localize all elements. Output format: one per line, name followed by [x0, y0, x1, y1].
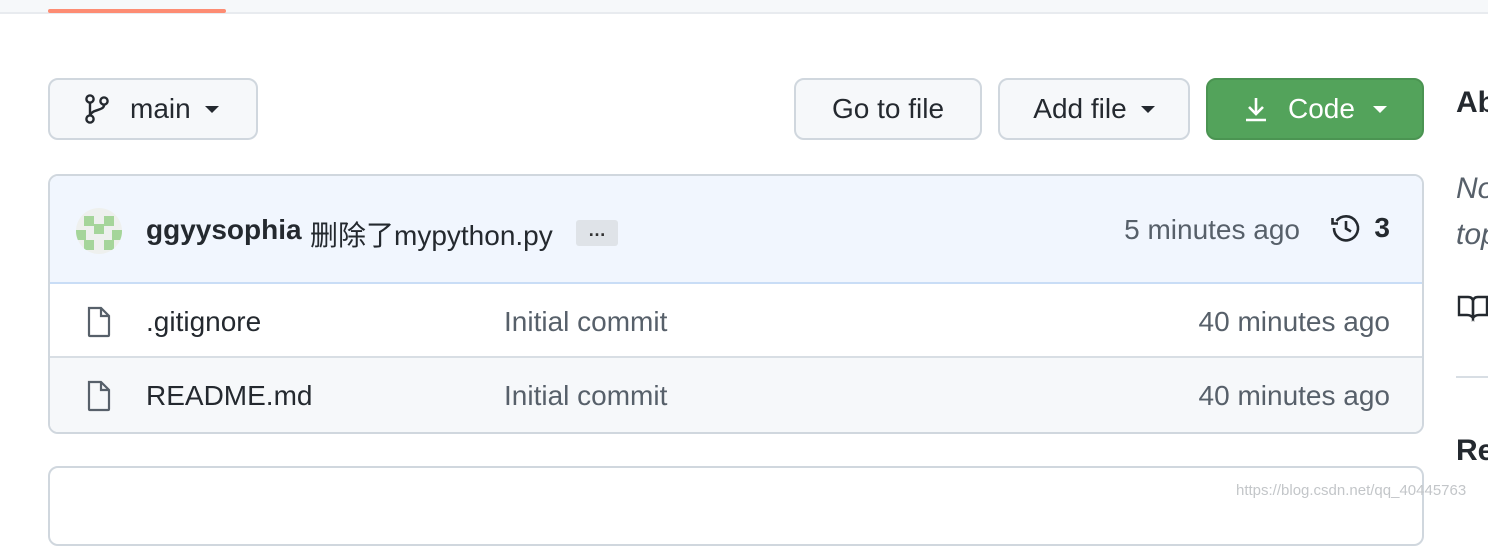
releases-heading[interactable]: Re: [1456, 434, 1488, 468]
readme-panel: [48, 466, 1424, 546]
download-icon: [1244, 95, 1268, 123]
commit-count: 3: [1374, 212, 1390, 243]
avatar[interactable]: [76, 208, 122, 254]
go-to-file-label: Go to file: [831, 93, 945, 124]
code-button[interactable]: Code: [1206, 78, 1424, 140]
file-commit-time: 40 minutes ago: [1198, 306, 1390, 337]
about-heading: Ab: [1456, 86, 1488, 119]
add-file-label: Add file: [1033, 93, 1127, 124]
history-icon: [1331, 215, 1360, 242]
file-commit-link[interactable]: Initial commit: [504, 306, 667, 338]
code-label: Code: [1288, 93, 1355, 124]
file-commit-time: 40 minutes ago: [1198, 380, 1390, 411]
sidebar-divider: [1456, 376, 1488, 378]
file-commit-link[interactable]: Initial commit: [504, 380, 667, 412]
chevron-down-icon: [204, 105, 219, 113]
file-name-link[interactable]: README.md: [146, 380, 312, 412]
expand-commit-button[interactable]: …: [576, 220, 618, 246]
table-row: .gitignore Initial commit 40 minutes ago: [50, 284, 1422, 358]
file-icon: [86, 306, 112, 343]
book-icon[interactable]: [1456, 292, 1488, 327]
commit-author-link[interactable]: ggyysophia: [146, 214, 302, 246]
file-name-link[interactable]: .gitignore: [146, 306, 261, 338]
branch-select-button[interactable]: main: [48, 78, 258, 140]
latest-commit-row: ggyysophia 删除了mypython.py … 5 minutes ag…: [50, 176, 1422, 284]
active-tab-indicator: [48, 9, 226, 13]
file-listing: ggyysophia 删除了mypython.py … 5 minutes ag…: [48, 174, 1424, 434]
table-row: README.md Initial commit 40 minutes ago: [50, 358, 1422, 432]
watermark: https://blog.csdn.net/qq_40445763: [1236, 482, 1467, 499]
add-file-button[interactable]: Add file: [998, 78, 1190, 140]
chevron-down-icon: [1140, 105, 1155, 113]
commit-time[interactable]: 5 minutes ago: [1124, 214, 1300, 246]
git-branch-icon: [84, 94, 110, 124]
go-to-file-button[interactable]: Go to file: [794, 78, 982, 140]
about-description: No top: [1456, 172, 1488, 251]
branch-name: main: [130, 93, 191, 124]
commit-message-link[interactable]: 删除了mypython.py: [310, 214, 553, 254]
file-icon: [86, 380, 112, 417]
commit-history-link[interactable]: 3: [1330, 212, 1390, 244]
chevron-down-icon: [1372, 105, 1387, 113]
